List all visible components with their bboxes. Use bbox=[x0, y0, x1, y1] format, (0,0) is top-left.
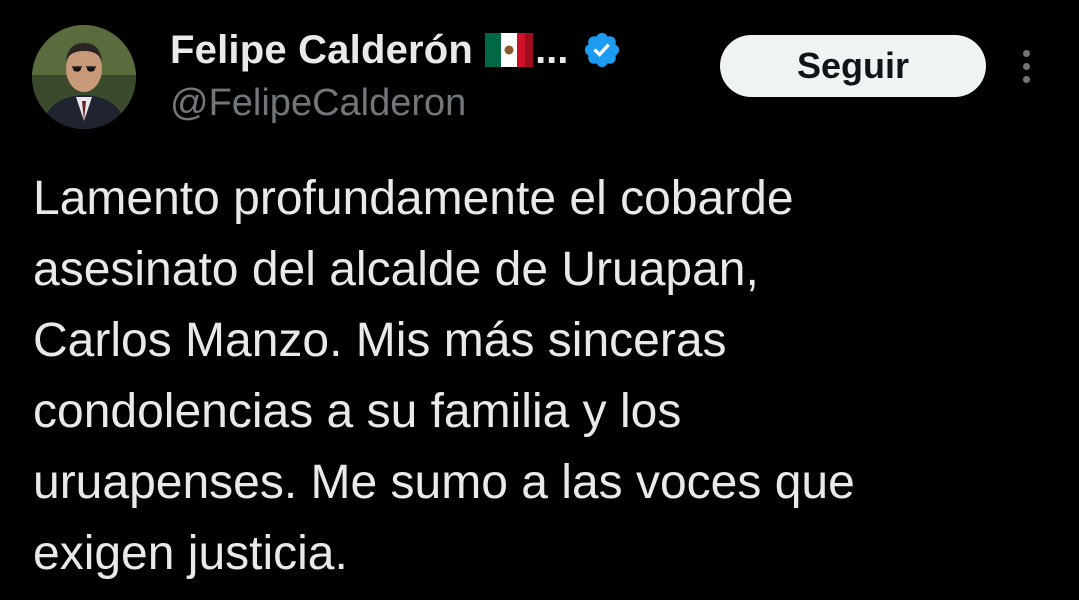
author-display-name[interactable]: Felipe Calderón bbox=[170, 28, 473, 73]
author-name-row[interactable]: Felipe Calderón ... bbox=[170, 26, 622, 74]
verified-badge-icon bbox=[582, 30, 622, 70]
more-dot bbox=[1022, 49, 1030, 57]
tweet-card: Felipe Calderón ... @FelipeCalderon Segu… bbox=[0, 0, 1079, 600]
tweet-text: Lamento profundamente el cobarde asesina… bbox=[33, 172, 855, 580]
author-handle[interactable]: @FelipeCalderon bbox=[170, 82, 466, 125]
more-dot bbox=[1022, 62, 1030, 70]
name-truncation: ... bbox=[535, 27, 569, 72]
follow-button[interactable]: Seguir bbox=[720, 35, 986, 97]
more-dot bbox=[1022, 75, 1030, 83]
more-vertical-icon[interactable] bbox=[1008, 44, 1044, 88]
mexico-flag-icon bbox=[485, 33, 534, 67]
avatar-photo bbox=[32, 25, 136, 129]
avatar[interactable] bbox=[32, 25, 136, 129]
